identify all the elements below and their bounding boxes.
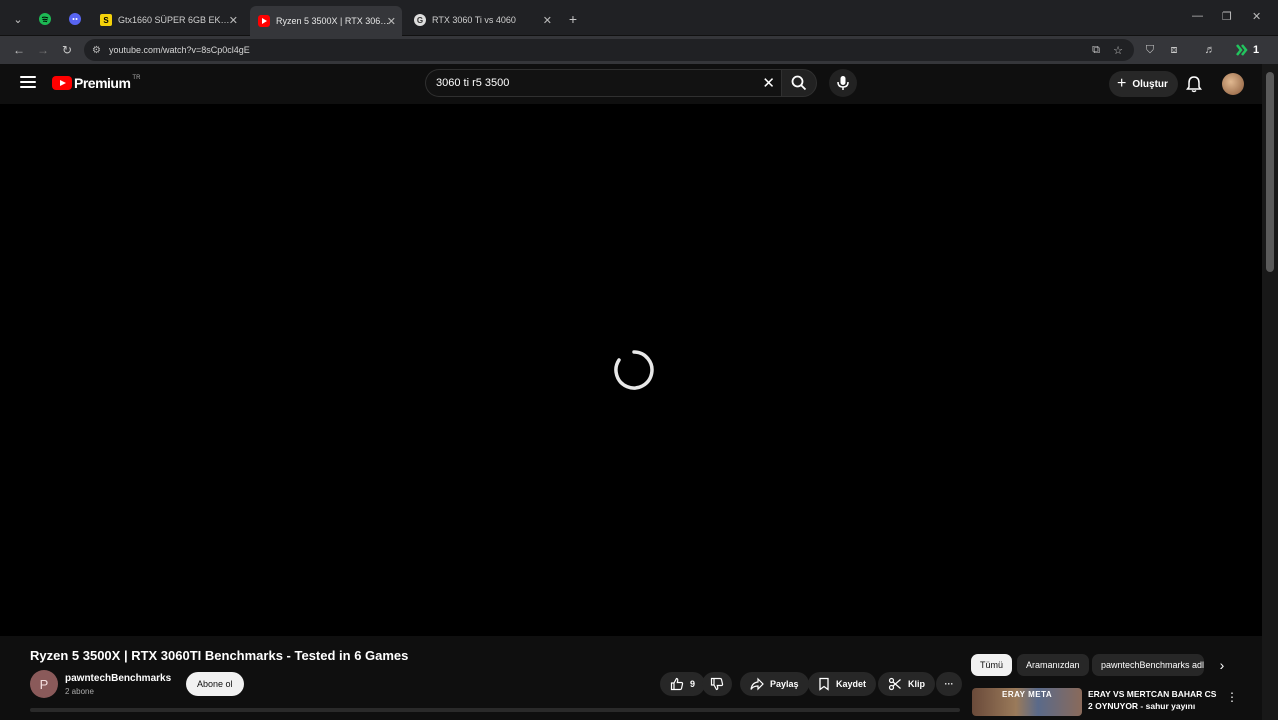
kebab-menu-icon[interactable]: ⋮ [1226, 690, 1238, 704]
page-scrollbar[interactable] [1262, 64, 1278, 720]
more-actions-button[interactable]: ··· [936, 672, 962, 696]
search-icon [791, 75, 807, 91]
tab-favicon-icon: G [414, 14, 426, 26]
scissors-icon [888, 677, 901, 691]
extensions-puzzle-icon[interactable]: ⧈ [1166, 42, 1182, 58]
clip-label: Klip [908, 679, 925, 689]
clip-button[interactable]: Klip [878, 672, 935, 696]
tab-title: RTX 3060 Ti vs 4060 [432, 15, 516, 25]
forward-arrow-icon[interactable]: → [34, 41, 52, 59]
channel-avatar[interactable]: P [30, 670, 58, 698]
watch-metadata: Ryzen 5 3500X | RTX 3060TI Benchmarks - … [0, 636, 1262, 720]
media-control-icon[interactable]: ♬ [1202, 42, 1218, 58]
new-tab-button[interactable]: + [564, 10, 582, 28]
youtube-premium-logo[interactable]: Premium TR [52, 75, 140, 91]
browser-tab-strip: ⌄ S Gtx1660 SÜPER 6GB EKRAN KA ✕ Ryzen 5… [0, 0, 1278, 36]
bookmark-star-icon[interactable]: ☆ [1110, 42, 1126, 58]
video-title: Ryzen 5 3500X | RTX 3060TI Benchmarks - … [30, 648, 409, 663]
url-text: youtube.com/watch?v=8sCp0cl4gE [108, 45, 250, 55]
tab-title: Gtx1660 SÜPER 6GB EKRAN KA [118, 15, 236, 25]
thumbnail-text: ERAY META [1002, 690, 1053, 699]
tab-close-icon[interactable]: ✕ [387, 15, 396, 28]
youtube-play-icon [52, 76, 72, 90]
create-label: Oluştur [1132, 78, 1168, 90]
share-label: Paylaş [770, 679, 799, 689]
screen: ⌄ S Gtx1660 SÜPER 6GB EKRAN KA ✕ Ryzen 5… [0, 0, 1278, 720]
subscriber-count: 2 abone [65, 687, 94, 696]
like-count: 9 [690, 679, 696, 689]
search-value: 3060 ti r5 3500 [436, 77, 510, 89]
tab-close-icon[interactable]: ✕ [543, 14, 552, 27]
tab-title: Ryzen 5 3500X | RTX 3060TI Be [276, 16, 394, 26]
scrollbar-thumb[interactable] [1266, 72, 1274, 272]
logo-country: TR [132, 75, 141, 81]
loading-spinner-icon [614, 350, 654, 390]
chip-from-search[interactable]: Aramanızdan [1017, 654, 1089, 676]
search-button[interactable] [781, 69, 817, 97]
recommended-thumbnail[interactable]: ERAY META [972, 688, 1082, 716]
extension-badge-icon[interactable]: 1 [1230, 42, 1264, 58]
clear-search-icon[interactable]: ✕ [762, 74, 775, 92]
share-icon [750, 677, 764, 691]
user-avatar[interactable] [1222, 73, 1244, 95]
youtube-favicon-icon [258, 15, 270, 27]
tab-search-chevron-icon[interactable]: ⌄ [9, 10, 27, 28]
browser-toolbar: ← → ↻ ⚙ youtube.com/watch?v=8sCp0cl4gE ⧉… [0, 36, 1278, 64]
notifications-bell-icon[interactable] [1185, 75, 1203, 93]
like-button[interactable]: 9 [660, 672, 706, 696]
spotify-pinned-tab[interactable] [36, 10, 54, 28]
dislike-button[interactable] [702, 672, 732, 696]
youtube-masthead: Premium TR 3060 ti r5 3500 ✕ + Oluştur [0, 64, 1262, 104]
recommended-title[interactable]: ERAY VS MERTCAN BAHAR CS 2 OYNUYOR - sah… [1088, 688, 1218, 712]
thumbs-down-icon [710, 677, 724, 691]
chip-channel[interactable]: pawntechBenchmarks adlı [1092, 654, 1204, 676]
hamburger-menu-icon[interactable] [20, 76, 36, 90]
chips-next-chevron-icon[interactable]: › [1213, 656, 1231, 674]
save-button[interactable]: Kaydet [808, 672, 877, 696]
site-info-icon[interactable]: ⚙ [92, 45, 101, 56]
address-bar[interactable]: ⚙ youtube.com/watch?v=8sCp0cl4gE [84, 39, 1134, 61]
shield-extension-icon[interactable]: ⛉ [1142, 42, 1158, 58]
back-arrow-icon[interactable]: ← [10, 41, 28, 59]
browser-tab[interactable]: G RTX 3060 Ti vs 4060 ✕ [406, 8, 558, 32]
restore-icon[interactable]: ❐ [1222, 10, 1232, 23]
reload-icon[interactable]: ↻ [58, 41, 76, 59]
share-button[interactable]: Paylaş [740, 672, 809, 696]
voice-search-button[interactable] [829, 69, 857, 97]
tab-close-icon[interactable]: ✕ [229, 14, 238, 27]
logo-text: Premium [74, 75, 131, 91]
plus-icon: + [1117, 75, 1127, 92]
subscribe-button[interactable]: Abone ol [186, 672, 244, 696]
tab-favicon-icon: S [100, 14, 112, 26]
progress-track [30, 708, 960, 712]
thumbs-up-icon [670, 677, 684, 691]
create-button[interactable]: + Oluştur [1109, 71, 1178, 97]
cast-icon[interactable]: ⧉ [1088, 42, 1104, 58]
microphone-icon [837, 76, 849, 90]
save-label: Kaydet [836, 679, 867, 689]
minimize-icon[interactable]: — [1192, 10, 1203, 22]
discord-pinned-tab[interactable] [66, 10, 84, 28]
bookmark-icon [819, 677, 829, 691]
window-close-icon[interactable]: ✕ [1252, 10, 1261, 23]
channel-name[interactable]: pawntechBenchmarks [65, 673, 171, 684]
browser-tab-active[interactable]: Ryzen 5 3500X | RTX 3060TI Be ✕ [250, 6, 402, 36]
browser-tab[interactable]: S Gtx1660 SÜPER 6GB EKRAN KA ✕ [92, 8, 244, 32]
chip-all[interactable]: Tümü [971, 654, 1013, 676]
search-input[interactable]: 3060 ti r5 3500 ✕ [425, 69, 781, 97]
